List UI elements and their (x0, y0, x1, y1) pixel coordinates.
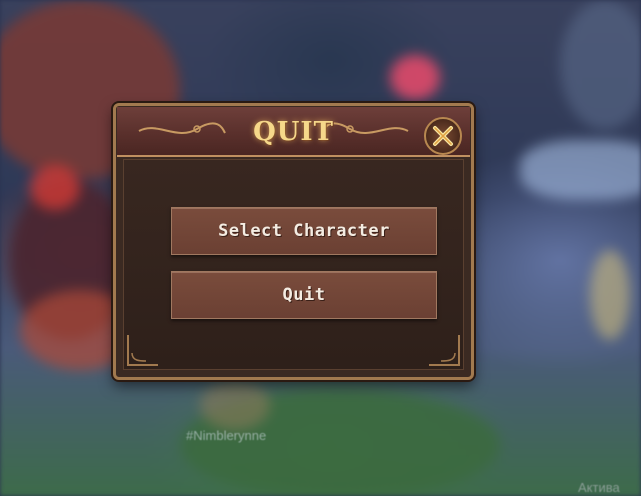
dialog-title-bar: QUIT (117, 107, 470, 157)
player-nameplate: #Nimblerynne (186, 428, 267, 443)
select-character-button[interactable]: Select Character (171, 207, 437, 255)
corner-ornament-icon (127, 335, 158, 366)
heart-balloon-icon (390, 55, 440, 100)
quit-button[interactable]: Quit (171, 271, 437, 319)
corner-ornament-icon (429, 335, 460, 366)
dialog-title: QUIT (253, 117, 334, 147)
heart-decoration-icon (30, 165, 80, 210)
activation-watermark: Актива (578, 480, 620, 495)
close-x-icon (433, 126, 453, 146)
tower-right (560, 0, 641, 130)
dialog-body: Select Character Quit (123, 159, 464, 370)
quit-dialog: QUIT Select Character Quit (113, 103, 474, 380)
lantern-post (590, 250, 630, 340)
statue (200, 380, 270, 430)
floating-island-right (520, 140, 641, 200)
close-button[interactable] (424, 117, 462, 155)
